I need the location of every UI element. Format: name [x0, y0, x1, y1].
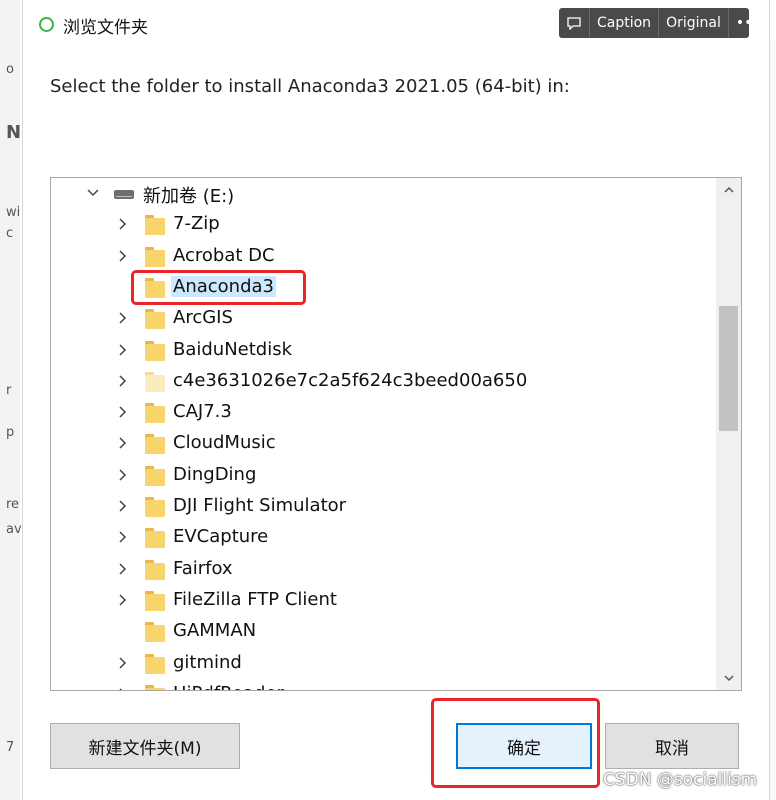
- chevron-right-icon[interactable]: [117, 594, 127, 606]
- background-text: r: [6, 383, 12, 398]
- background-text: o: [6, 62, 14, 77]
- tree-item-folder[interactable]: HiPdfReader: [51, 679, 711, 691]
- background-text: N: [6, 122, 22, 143]
- annotation-box-selected-folder: [131, 270, 306, 305]
- folder-icon: [145, 496, 165, 518]
- tree-item-folder[interactable]: FileZilla FTP Client: [51, 585, 711, 616]
- tree-item-label: 7-Zip: [173, 213, 220, 235]
- tree-item-label: HiPdfReader: [173, 683, 284, 690]
- chevron-right-icon[interactable]: [117, 218, 127, 230]
- folder-icon: [145, 653, 165, 675]
- tree-item-folder[interactable]: gitmind: [51, 648, 711, 679]
- background-text: p: [6, 425, 15, 440]
- chevron-right-icon[interactable]: [117, 469, 127, 481]
- tree-item-folder[interactable]: DingDing: [51, 460, 711, 491]
- watermark: CSDN @sociallism: [603, 770, 758, 790]
- chevron-right-icon[interactable]: [117, 656, 127, 669]
- folder-icon: [145, 465, 165, 487]
- background-window: o N wi c r p re av 7: [0, 0, 22, 800]
- caption-button[interactable]: Caption: [590, 8, 660, 38]
- chevron-right-icon[interactable]: [117, 688, 127, 691]
- tree-item-label: CAJ7.3: [173, 401, 232, 423]
- folder-icon: [145, 559, 165, 581]
- tree-item-label: BaiduNetdisk: [173, 338, 293, 360]
- comment-button[interactable]: [559, 8, 590, 38]
- vertical-scrollbar[interactable]: [716, 178, 741, 690]
- background-text: wi: [6, 205, 21, 220]
- tree-item-label: GAMMAN: [173, 620, 257, 642]
- image-toolbar: Caption Original •••: [559, 8, 761, 38]
- dialog-title: 浏览文件夹: [63, 18, 148, 38]
- chevron-right-icon[interactable]: [117, 312, 127, 324]
- speech-bubble-icon: [567, 17, 581, 30]
- tree-item-label: c4e3631026e7c2a5f624c3beed00a650: [173, 369, 528, 391]
- annotation-box-ok-button: [431, 698, 600, 788]
- folder-icon: [145, 308, 165, 330]
- tree-item-label: Fairfox: [173, 557, 233, 579]
- tree-item-folder[interactable]: 7-Zip: [51, 209, 711, 240]
- background-text: 7: [6, 740, 15, 755]
- tree-item-label: EVCapture: [173, 526, 269, 548]
- tree-item-folder[interactable]: BaiduNetdisk: [51, 335, 711, 366]
- tree-item-folder[interactable]: ArcGIS: [51, 303, 711, 334]
- chevron-right-icon[interactable]: [117, 437, 127, 449]
- tree-item-folder[interactable]: Acrobat DC: [51, 241, 711, 272]
- folder-icon: [145, 433, 165, 455]
- chevron-right-icon[interactable]: [117, 531, 127, 543]
- background-text: re: [6, 497, 20, 512]
- folder-icon: [145, 684, 165, 690]
- more-options-button[interactable]: •••: [729, 8, 768, 38]
- scrollbar-thumb[interactable]: [719, 306, 738, 431]
- tree-item-label: Acrobat DC: [173, 244, 275, 266]
- tree-item-label: 新加卷 (E:): [143, 186, 235, 207]
- background-text: av: [6, 522, 22, 537]
- tree-item-folder[interactable]: DJI Flight Simulator: [51, 491, 711, 522]
- tree-item-folder[interactable]: CAJ7.3: [51, 397, 711, 428]
- chevron-right-icon[interactable]: [117, 250, 127, 262]
- folder-icon: [145, 214, 165, 236]
- background-text: c: [6, 226, 14, 241]
- folder-icon: [145, 527, 165, 549]
- chevron-right-icon[interactable]: [117, 375, 127, 387]
- chevron-right-icon[interactable]: [117, 343, 127, 356]
- new-folder-button[interactable]: 新建文件夹(M): [50, 723, 240, 769]
- chevron-right-icon[interactable]: [117, 406, 127, 418]
- tree-item-folder[interactable]: Fairfox: [51, 554, 711, 585]
- drive-icon: [114, 190, 134, 199]
- browse-folder-dialog: 浏览文件夹 Select the folder to install Anaco…: [22, 0, 770, 800]
- scroll-down-icon[interactable]: [724, 673, 734, 683]
- tree-item-folder[interactable]: c4e3631026e7c2a5f624c3beed00a650: [51, 366, 711, 397]
- scroll-up-icon[interactable]: [724, 185, 734, 195]
- folder-icon: [145, 246, 165, 268]
- chevron-down-icon[interactable]: [87, 188, 99, 198]
- tree-item-drive[interactable]: 新加卷 (E:): [51, 178, 711, 209]
- tree-item-label: ArcGIS: [173, 307, 233, 329]
- instruction-text: Select the folder to install Anaconda3 2…: [50, 76, 570, 97]
- tree-item-label: gitmind: [173, 651, 242, 673]
- original-button[interactable]: Original: [659, 8, 729, 38]
- cancel-button[interactable]: 取消: [605, 723, 739, 769]
- folder-icon: [145, 621, 165, 643]
- tree-item-label: CloudMusic: [173, 432, 276, 454]
- folder-icon: [145, 371, 165, 393]
- tree-item-label: DJI Flight Simulator: [173, 495, 347, 516]
- tree-item-folder[interactable]: GAMMAN: [51, 616, 711, 647]
- tree-item-folder[interactable]: CloudMusic: [51, 428, 711, 459]
- tree-item-label: FileZilla FTP Client: [173, 588, 337, 610]
- chevron-right-icon[interactable]: [117, 563, 127, 575]
- tree-item-folder[interactable]: EVCapture: [51, 522, 711, 553]
- folder-icon: [145, 340, 165, 362]
- folder-tree[interactable]: 新加卷 (E:) 7-Zip Acrobat DC Anaconda3 ArcGIS Ba…: [50, 177, 742, 691]
- folder-icon: [145, 402, 165, 424]
- tree-item-label: DingDing: [173, 463, 257, 485]
- folder-icon: [145, 590, 165, 612]
- chevron-right-icon[interactable]: [117, 500, 127, 512]
- app-icon: [39, 17, 54, 32]
